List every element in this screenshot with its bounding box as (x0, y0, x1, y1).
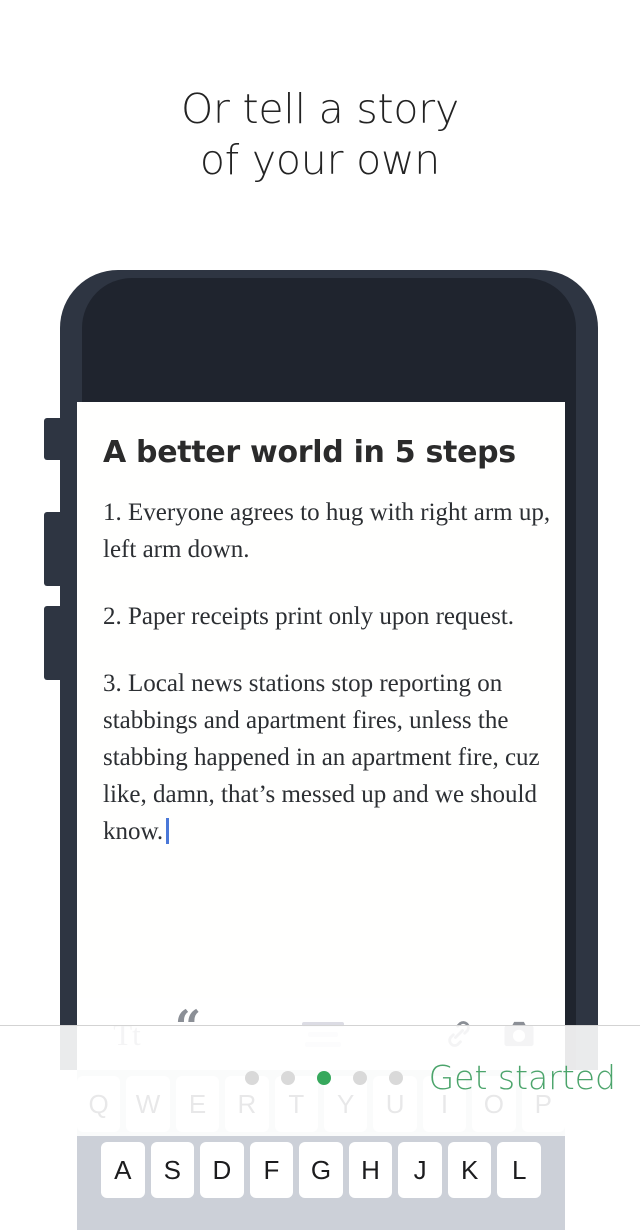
document-paragraph[interactable]: 2. Paper receipts print only upon reques… (103, 598, 565, 635)
document-paragraph[interactable]: 1. Everyone agrees to hug with right arm… (103, 494, 565, 568)
page-title-line-1: Or tell a story (180, 85, 460, 133)
page-dot[interactable] (245, 1071, 259, 1085)
document-title[interactable]: A better world in 5 steps (103, 436, 565, 470)
document-editor[interactable]: A better world in 5 steps 1. Everyone ag… (103, 436, 565, 850)
page-dot-active[interactable] (317, 1071, 331, 1085)
key[interactable]: K (447, 1142, 492, 1198)
document-paragraph[interactable]: 3. Local news stations stop reporting on… (103, 665, 565, 850)
key[interactable]: S (150, 1142, 195, 1198)
page-title: Or tell a story of your own (0, 84, 640, 186)
key[interactable]: H (348, 1142, 393, 1198)
key[interactable]: F (249, 1142, 294, 1198)
phone-mute-switch (44, 418, 62, 460)
phone-volume-up-button (44, 512, 62, 586)
key[interactable]: A (100, 1142, 145, 1198)
keyboard-row-2: A S D F G H J K L (77, 1132, 565, 1198)
key[interactable]: D (200, 1142, 244, 1198)
page-dot[interactable] (281, 1071, 295, 1085)
page-dot[interactable] (389, 1071, 403, 1085)
page-title-line-2: of your own (199, 136, 441, 184)
phone-volume-down-button (44, 606, 62, 680)
page-indicator (245, 1071, 403, 1085)
key[interactable]: L (497, 1142, 542, 1198)
key[interactable]: G (299, 1142, 343, 1198)
page-dot[interactable] (353, 1071, 367, 1085)
footer-divider (0, 1025, 640, 1026)
text-caret (166, 818, 170, 844)
get-started-button[interactable]: Get started (429, 1058, 616, 1098)
phone-screen: A better world in 5 steps 1. Everyone ag… (77, 402, 565, 1070)
phone-mockup: A better world in 5 steps 1. Everyone ag… (44, 270, 598, 1230)
key[interactable]: J (398, 1142, 442, 1198)
